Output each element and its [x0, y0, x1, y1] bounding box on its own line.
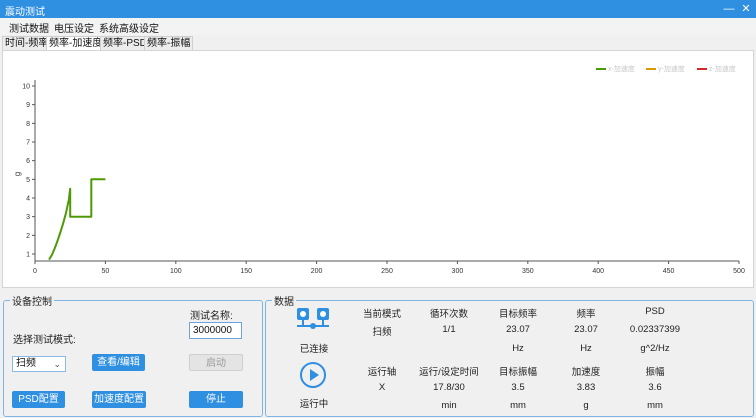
- x-tick-label: 400: [592, 268, 604, 275]
- target-amplitude-header: 目标振幅: [498, 367, 537, 378]
- play-icon: [300, 362, 326, 388]
- y-tick-label: 3: [26, 214, 30, 221]
- x-tick-label: 500: [733, 268, 745, 275]
- psd-header: PSD: [645, 306, 665, 317]
- start-button[interactable]: 启动: [189, 354, 243, 371]
- x-tick-label: 250: [381, 268, 393, 275]
- accel-config-button[interactable]: 加速度配置: [92, 391, 146, 408]
- x-tick-label: 300: [452, 268, 464, 275]
- psd-unit: g^2/Hz: [640, 343, 670, 354]
- acceleration-unit: g: [583, 400, 589, 411]
- view-edit-button[interactable]: 查看/编辑: [92, 354, 145, 371]
- x-tick-label: 200: [311, 268, 323, 275]
- cycle-count-header: 循环次数: [429, 309, 468, 320]
- cycle-count-value: 1/1: [442, 324, 456, 335]
- target-frequency-value: 23.07: [506, 324, 530, 335]
- y-tick-label: 7: [26, 140, 30, 147]
- acceleration-value: 3.83: [576, 382, 596, 393]
- run-axis-header: 运行轴: [367, 367, 397, 378]
- data-title: 数据: [274, 297, 294, 308]
- x-tick-label: 450: [663, 268, 675, 275]
- amplitude-unit: mm: [647, 400, 663, 411]
- test-name-label: 测试名称:: [190, 311, 233, 322]
- amplitude-header: 振幅: [645, 367, 665, 378]
- device-control-title: 设备控制: [12, 297, 52, 308]
- y-tick-label: 2: [26, 233, 30, 240]
- connection-icon: [297, 308, 329, 329]
- target-frequency-header: 目标频率: [498, 309, 537, 320]
- run-time-value: 17.8/30: [433, 382, 465, 393]
- target-frequency-unit: Hz: [512, 343, 524, 354]
- run-axis-value: X: [378, 382, 386, 393]
- run-status: 运行中: [299, 399, 329, 410]
- acceleration-header: 加速度: [571, 367, 601, 378]
- test-mode-select[interactable]: 扫频 ⌄: [12, 356, 66, 372]
- frequency-header: 频率: [576, 309, 596, 320]
- current-mode-header: 当前模式: [362, 309, 401, 320]
- test-mode-label: 选择测试模式:: [13, 335, 76, 346]
- y-tick-label: 10: [22, 84, 30, 91]
- y-tick-label: 1: [26, 252, 30, 259]
- frequency-unit: Hz: [580, 343, 592, 354]
- x-tick-label: 50: [102, 268, 110, 275]
- acceleration-chart: 0 50 100 150 200 250 300 350 400 450 500 1 2 3 4 5 6 7 8 9 1…: [13, 80, 745, 275]
- series-line-0: [48, 178, 106, 261]
- connection-status: 已连接: [299, 344, 329, 355]
- x-tick-label: 100: [170, 268, 182, 275]
- target-amplitude-unit: mm: [510, 400, 526, 411]
- frequency-value: 23.07: [574, 324, 598, 335]
- x-tick-label: 150: [240, 268, 252, 275]
- y-tick-label: 4: [26, 196, 30, 203]
- stop-button[interactable]: 停止: [189, 391, 243, 408]
- current-mode-value: 扫频: [372, 327, 392, 338]
- y-axis-label: g: [13, 172, 22, 176]
- psd-config-button[interactable]: PSD配置: [12, 391, 65, 408]
- target-amplitude-value: 3.5: [511, 382, 525, 393]
- y-tick-label: 6: [26, 158, 30, 165]
- psd-value: 0.02337399: [629, 324, 681, 335]
- test-mode-value: 扫频: [16, 358, 36, 369]
- test-name-input[interactable]: 3000000: [189, 322, 242, 339]
- x-tick-label: 0: [33, 268, 37, 275]
- x-tick-label: 350: [522, 268, 534, 275]
- run-time-unit: min: [441, 400, 457, 411]
- amplitude-value: 3.6: [648, 382, 662, 393]
- y-tick-label: 9: [26, 102, 30, 109]
- y-tick-label: 8: [26, 121, 30, 128]
- y-tick-label: 5: [26, 177, 30, 184]
- run-time-header: 运行/设定时间: [419, 367, 479, 378]
- chevron-down-icon: ⌄: [53, 359, 61, 369]
